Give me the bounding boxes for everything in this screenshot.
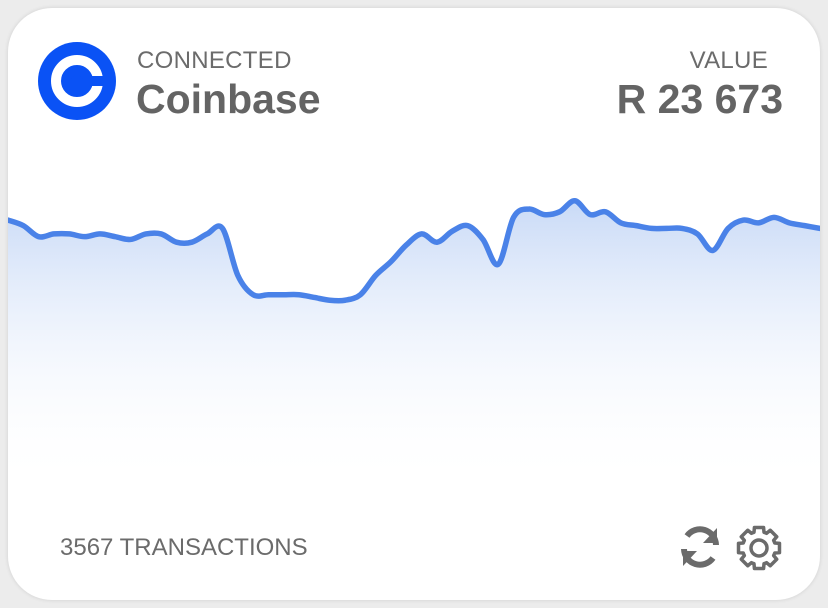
gear-icon	[736, 525, 782, 571]
gear-outline	[736, 525, 782, 571]
value-label: VALUE	[689, 47, 768, 74]
coinbase-logo-icon	[38, 42, 116, 120]
transactions-count: 3567 TRANSACTIONS	[60, 534, 308, 561]
connection-status-label: CONNECTED	[137, 47, 292, 74]
settings-button[interactable]	[734, 523, 784, 573]
chart-area-fill	[8, 200, 820, 489]
exchange-name: Coinbase	[136, 76, 321, 122]
refresh-icon	[681, 526, 719, 568]
refresh-button[interactable]	[676, 523, 724, 571]
exchange-card[interactable]: CONNECTED Coinbase VALUE R 23 673 3567 T…	[8, 8, 820, 600]
value-amount: R 23 673	[616, 76, 783, 122]
